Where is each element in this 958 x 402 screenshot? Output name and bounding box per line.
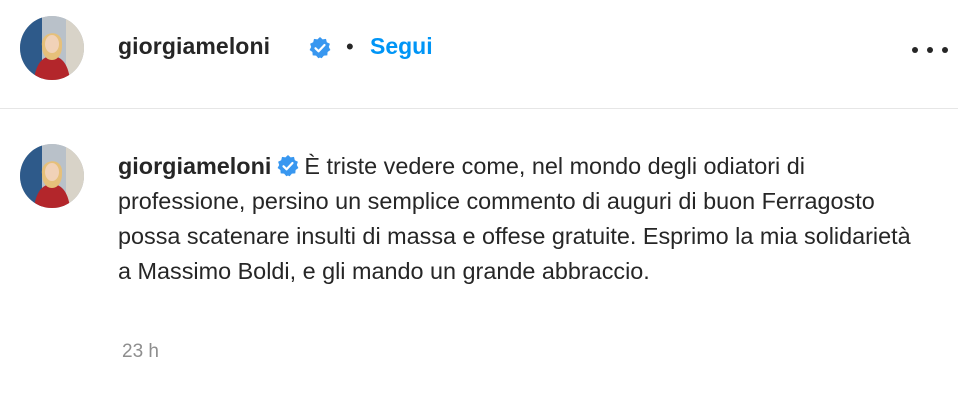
follow-button[interactable]: Segui (370, 33, 433, 60)
post-header: giorgiameloni • Segui (0, 0, 958, 109)
verified-badge-icon (308, 36, 332, 60)
separator-dot: • (346, 34, 354, 59)
more-options-icon[interactable] (912, 38, 948, 62)
verified-badge-icon (276, 153, 300, 177)
comment-username[interactable]: giorgiameloni (118, 153, 271, 179)
comment-body: giorgiameloni È triste vedere come, nel … (118, 149, 918, 289)
more-dot (942, 47, 948, 53)
header-username[interactable]: giorgiameloni (118, 33, 270, 60)
comment-avatar[interactable] (20, 144, 84, 208)
more-dot (927, 47, 933, 53)
caption-comment: giorgiameloni È triste vedere come, nel … (0, 109, 958, 402)
comment-timestamp[interactable]: 23 h (122, 341, 159, 363)
more-dot (912, 47, 918, 53)
profile-avatar[interactable] (20, 16, 84, 80)
